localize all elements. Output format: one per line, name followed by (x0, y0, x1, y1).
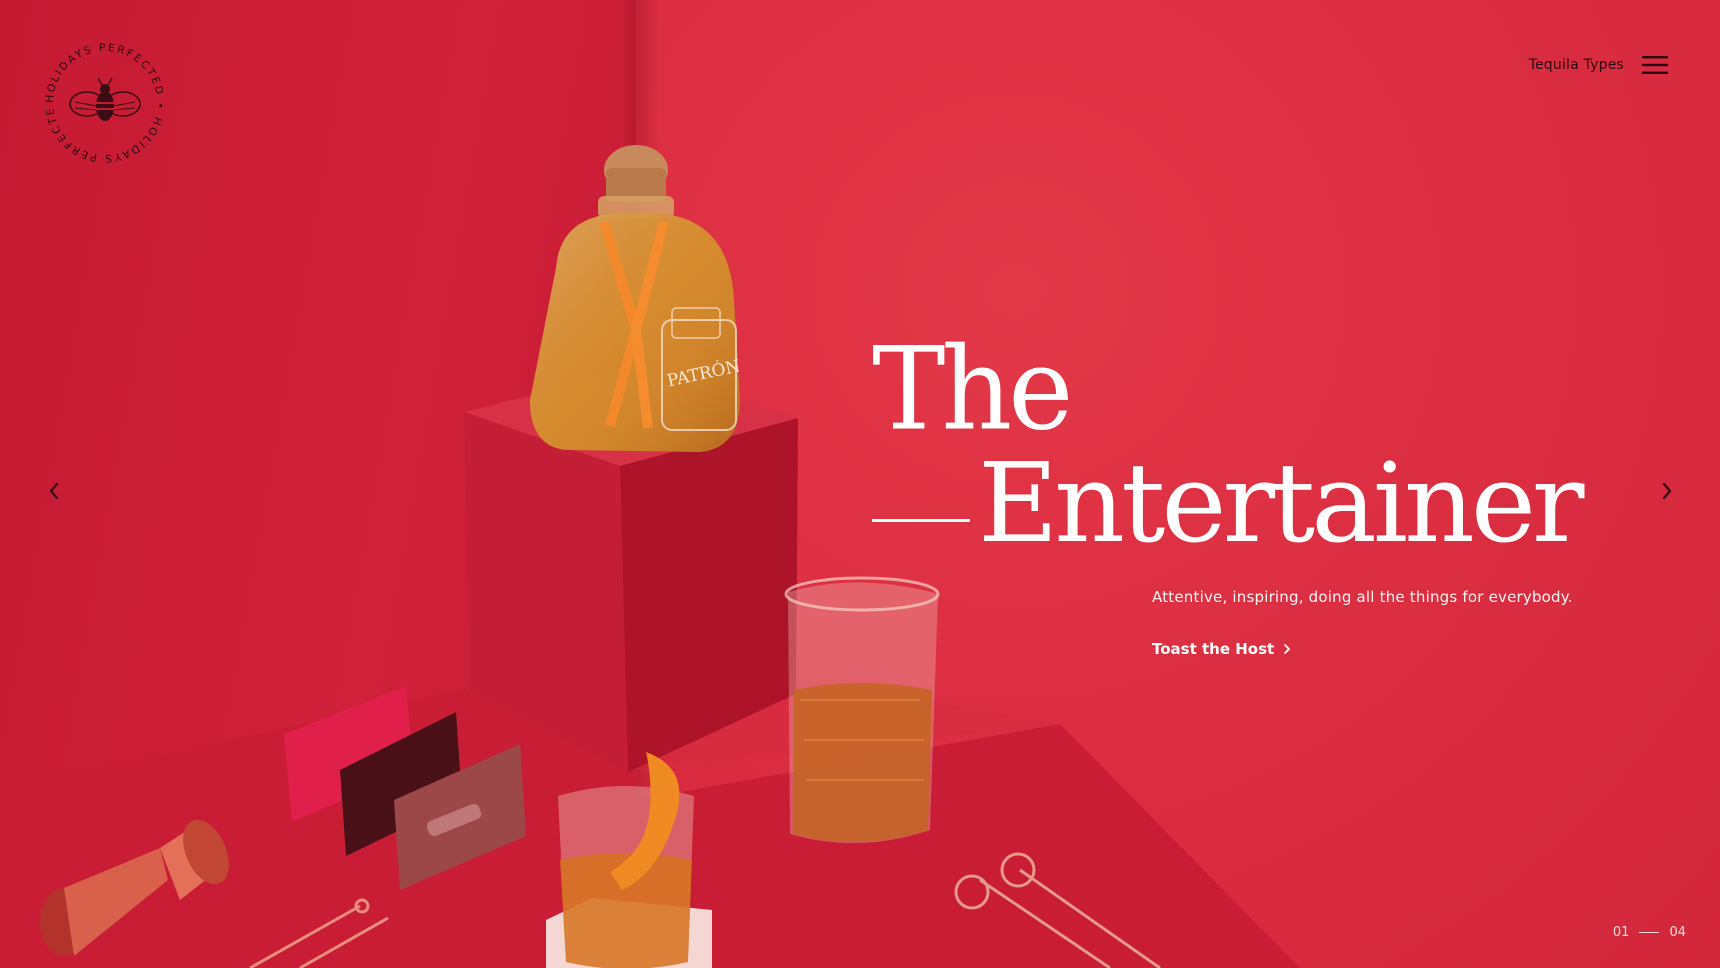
brand-logo[interactable]: HOLIDAYS PERFECTED • HOLIDAYS PERFECTED … (35, 29, 170, 168)
chevron-left-icon[interactable] (45, 478, 63, 504)
hero-title-line-2-wrapper: Entertainer (872, 439, 1585, 567)
hero-title-line-2: Entertainer (978, 439, 1585, 567)
slide-pager: 01 04 (1613, 925, 1686, 940)
pager-separator (1639, 932, 1660, 933)
bee-icon: HOLIDAYS PERFECTED • HOLIDAYS PERFECTED … (35, 29, 164, 164)
toast-the-host-link[interactable]: Toast the Host (1152, 640, 1292, 658)
pager-current: 01 (1612, 925, 1630, 940)
chevron-right-icon[interactable] (1658, 478, 1676, 504)
hero-title-line-1: The (872, 322, 1073, 456)
nav-link-tequila-types[interactable]: Tequila Types (1529, 57, 1624, 73)
title-dash (872, 518, 970, 522)
top-nav: Tequila Types (1529, 56, 1668, 74)
chevron-right-icon (1284, 644, 1291, 654)
hero-subtitle: Attentive, inspiring, doing all the thin… (1152, 588, 1573, 606)
hamburger-menu-icon[interactable] (1642, 56, 1668, 74)
cta-label: Toast the Host (1152, 640, 1275, 658)
pager-total: 04 (1669, 925, 1686, 940)
wall-corner-shadow (620, 0, 660, 800)
hero-title: The Entertainer (872, 322, 1585, 567)
hero-slide: PATRÓN HOLIDAYS PERFECTED • HOLIDAYS PER… (0, 0, 1720, 968)
